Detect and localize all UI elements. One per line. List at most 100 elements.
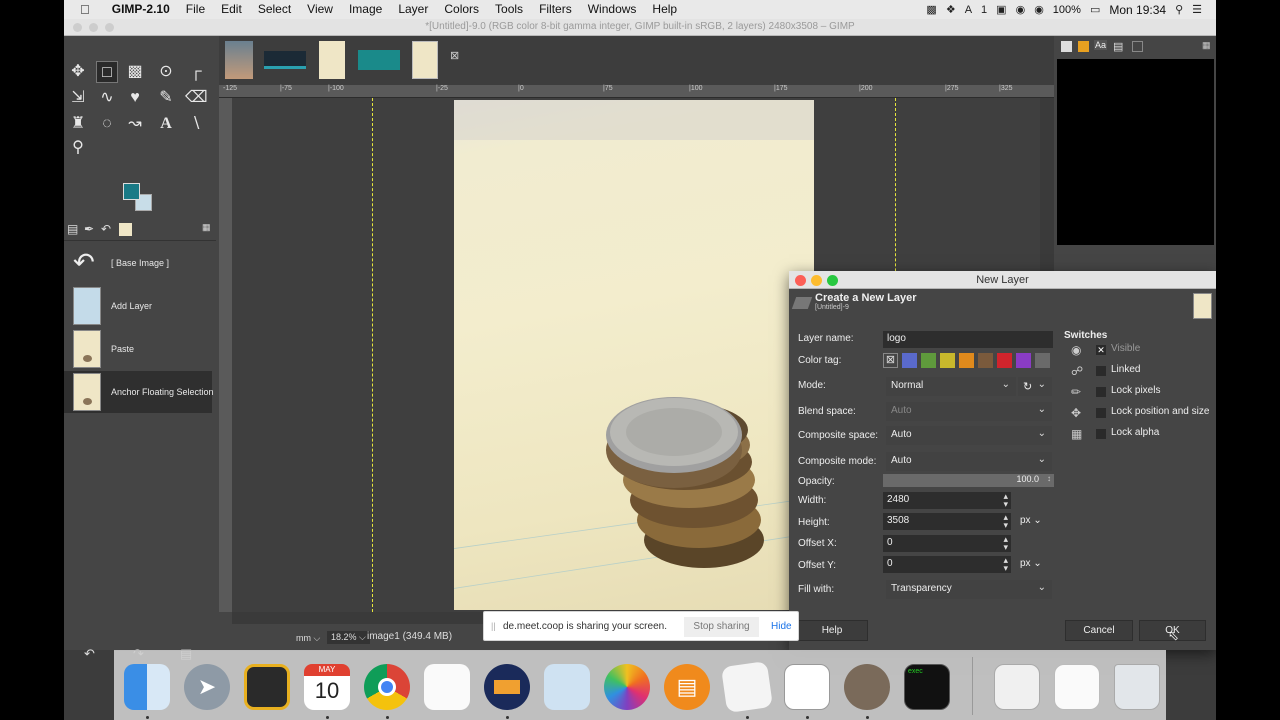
color-tag-violet[interactable] bbox=[1016, 353, 1031, 368]
offset-x-input[interactable]: 0 ▴ ▾ bbox=[883, 535, 1011, 552]
close-tab-icon[interactable]: ⊠ bbox=[450, 50, 462, 62]
screen-icon[interactable]: ▣ bbox=[996, 3, 1006, 16]
color-tag-yellow[interactable] bbox=[940, 353, 955, 368]
mode-switch-button[interactable]: ↻ ⌄ bbox=[1018, 377, 1052, 396]
list-icon[interactable]: ☰ bbox=[1192, 3, 1202, 16]
dock-menu-icon[interactable]: ▦ bbox=[1202, 40, 1211, 51]
undo-row[interactable]: ↶ [ Base Image ] bbox=[64, 242, 212, 284]
apple-icon[interactable]:  bbox=[64, 0, 104, 19]
spin-arrows-icon[interactable]: ↕ bbox=[1047, 474, 1051, 483]
cancel-button[interactable]: Cancel bbox=[1065, 620, 1133, 641]
move-tool-icon[interactable]: ✥ bbox=[67, 61, 89, 83]
unit-select[interactable]: mm ⌵ bbox=[296, 633, 320, 644]
linked-checkbox[interactable] bbox=[1096, 366, 1106, 376]
menu-help[interactable]: Help bbox=[644, 0, 685, 19]
chrome-icon[interactable] bbox=[364, 664, 410, 710]
warp-tool-icon[interactable]: ∿ bbox=[96, 87, 118, 109]
photo-booth-icon[interactable] bbox=[244, 664, 290, 710]
bucket-fill-tool-icon[interactable]: ♥ bbox=[124, 87, 146, 109]
patterns-tab-icon[interactable] bbox=[1078, 41, 1089, 52]
menu-tools[interactable]: Tools bbox=[487, 0, 531, 19]
tool-options-tab-icon[interactable]: ▤ bbox=[67, 222, 78, 236]
lock-pixels-checkbox[interactable] bbox=[1096, 387, 1106, 397]
dock-menu-icon[interactable]: ▦ bbox=[202, 222, 211, 233]
menu-image[interactable]: Image bbox=[341, 0, 390, 19]
color-tag-blue[interactable] bbox=[902, 353, 917, 368]
clone-tool-icon[interactable]: ♜ bbox=[67, 113, 89, 135]
undo-history-tab-icon[interactable]: ↶ bbox=[101, 222, 111, 236]
menu-layer[interactable]: Layer bbox=[390, 0, 436, 19]
dropbox-icon[interactable]: ❖ bbox=[946, 3, 956, 16]
crop-tool-icon[interactable]: ┌ bbox=[185, 61, 207, 83]
battery-icon[interactable]: ▭ bbox=[1090, 3, 1100, 16]
color-tag-orange[interactable] bbox=[959, 353, 974, 368]
photos-icon[interactable] bbox=[604, 664, 650, 710]
width-input[interactable]: 2480 ▴ ▾ bbox=[883, 492, 1011, 509]
composite-space-select[interactable]: Auto ⌄ bbox=[886, 426, 1052, 445]
foreground-color-swatch[interactable] bbox=[123, 183, 140, 200]
help-button[interactable]: Help bbox=[796, 620, 868, 641]
color-tag-green[interactable] bbox=[921, 353, 936, 368]
gimp-icon[interactable] bbox=[844, 664, 890, 710]
brushes-tab-icon[interactable] bbox=[1061, 41, 1072, 52]
device-status-tab-icon[interactable]: ✒ bbox=[84, 222, 94, 236]
menu-select[interactable]: Select bbox=[250, 0, 299, 19]
finder-icon[interactable] bbox=[124, 664, 170, 710]
color-tag-gray[interactable] bbox=[1035, 353, 1050, 368]
fill-select[interactable]: Transparency ⌄ bbox=[886, 580, 1052, 599]
blank-document-icon[interactable] bbox=[784, 664, 830, 710]
books-icon[interactable]: ▤ bbox=[664, 664, 710, 710]
zoom-select[interactable]: 18.2% ⌵ bbox=[327, 631, 370, 644]
audacity-icon[interactable] bbox=[484, 664, 530, 710]
image-tab-thumbnail[interactable] bbox=[225, 41, 253, 79]
palette-tab-icon[interactable]: ▤ bbox=[1113, 40, 1123, 53]
clock[interactable]: Mon 19:34 bbox=[1109, 3, 1166, 17]
size-unit-select[interactable]: px ⌄ bbox=[1020, 515, 1042, 526]
one-icon[interactable]: 1 bbox=[981, 4, 987, 16]
hide-button[interactable]: Hide bbox=[771, 621, 792, 632]
menu-edit[interactable]: Edit bbox=[213, 0, 250, 19]
undo-row[interactable]: Add Layer bbox=[64, 285, 212, 327]
opacity-slider[interactable]: 100.0 ↕ bbox=[883, 474, 1054, 487]
image-tab-thumbnail[interactable] bbox=[358, 50, 400, 70]
height-input[interactable]: 3508 ▴ ▾ bbox=[883, 513, 1011, 530]
color-tag-red[interactable] bbox=[997, 353, 1012, 368]
monitor-icon[interactable]: ▩ bbox=[926, 3, 936, 16]
search-icon[interactable]: ⚲ bbox=[1175, 3, 1183, 16]
menu-file[interactable]: File bbox=[178, 0, 213, 19]
mode-select[interactable]: Normal ⌄ bbox=[886, 377, 1016, 396]
rect-select-tool-icon[interactable]: □ bbox=[96, 61, 118, 83]
text-tool-icon[interactable]: A bbox=[155, 113, 177, 135]
eraser-tool-icon[interactable]: ⌫ bbox=[185, 87, 208, 109]
images-tab-icon[interactable] bbox=[119, 223, 132, 236]
stop-sharing-button[interactable]: Stop sharing bbox=[684, 617, 759, 637]
wifi-icon[interactable]: ◉ bbox=[1034, 3, 1044, 16]
smudge-tool-icon[interactable]: ◌ bbox=[96, 113, 118, 135]
fonts-tab-icon[interactable]: Aa bbox=[1094, 40, 1108, 50]
composite-mode-select[interactable]: Auto ⌄ bbox=[886, 452, 1052, 471]
adobe-icon[interactable]: A bbox=[965, 4, 972, 16]
drag-handle-icon[interactable]: || bbox=[491, 621, 496, 631]
offset-y-input[interactable]: 0 ▴ ▾ bbox=[883, 556, 1011, 573]
documents-stack-icon[interactable] bbox=[994, 664, 1040, 710]
lock-alpha-checkbox[interactable] bbox=[1096, 429, 1106, 439]
image-tab-thumbnail-active[interactable] bbox=[412, 41, 438, 79]
menu-windows[interactable]: Windows bbox=[580, 0, 645, 19]
paths-tool-icon[interactable]: ↝ bbox=[124, 113, 146, 135]
lock-position-checkbox[interactable] bbox=[1096, 408, 1106, 418]
trash-icon[interactable] bbox=[1114, 664, 1160, 710]
launchpad-icon[interactable]: ➤ bbox=[184, 664, 230, 710]
layers-tab-icon[interactable] bbox=[1132, 41, 1143, 52]
color-tag-brown[interactable] bbox=[978, 353, 993, 368]
downloads-stack-icon[interactable] bbox=[1054, 664, 1100, 710]
app-menu[interactable]: GIMP-2.10 bbox=[104, 0, 178, 19]
menu-filters[interactable]: Filters bbox=[531, 0, 580, 19]
location-icon[interactable]: ◉ bbox=[1016, 3, 1026, 16]
undo-row[interactable]: Paste bbox=[64, 328, 212, 370]
zoom-tool-icon[interactable]: ⚲ bbox=[67, 137, 89, 159]
textedit-icon[interactable] bbox=[721, 661, 773, 713]
reminders-icon[interactable] bbox=[424, 664, 470, 710]
visible-checkbox[interactable]: ✕ bbox=[1096, 345, 1106, 355]
image-tab-thumbnail[interactable] bbox=[319, 41, 345, 79]
fuzzy-select-tool-icon[interactable]: ▩ bbox=[124, 61, 146, 83]
